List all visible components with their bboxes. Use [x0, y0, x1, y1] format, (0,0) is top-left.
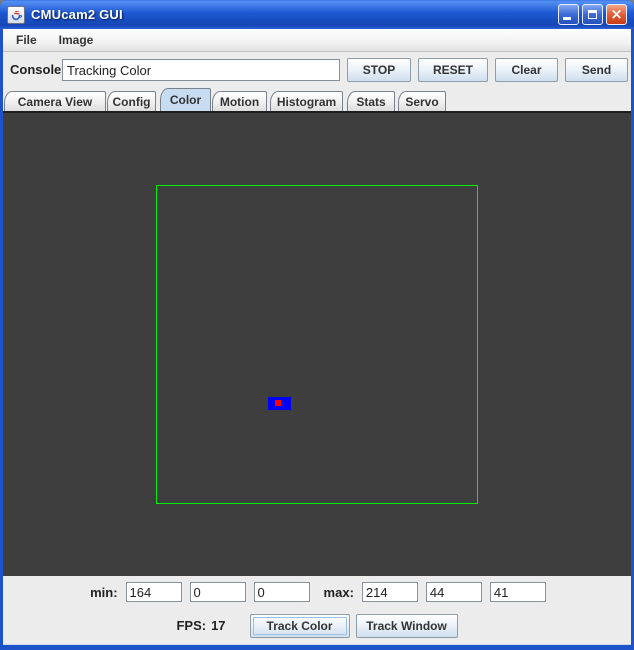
window-title: CMUcam2 GUI [31, 7, 123, 22]
min-field-2[interactable] [254, 582, 310, 602]
min-field-0[interactable] [126, 582, 182, 602]
max-field-0[interactable] [362, 582, 418, 602]
minimize-button[interactable] [558, 4, 579, 25]
tracking-panel: min: max: FPS: 17 Track ColorTrack Window [3, 576, 631, 645]
fps-row: FPS: 17 Track ColorTrack Window [3, 613, 631, 638]
menu-image[interactable]: Image [55, 31, 98, 49]
tab-color[interactable]: Color [160, 88, 211, 111]
close-icon: × [610, 7, 623, 22]
tracked-color-blob [268, 397, 291, 410]
close-button[interactable]: × [606, 4, 627, 25]
blob-centroid-marker [275, 400, 281, 406]
min-field-1[interactable] [190, 582, 246, 602]
minimize-icon [563, 17, 571, 20]
tab-camera-view[interactable]: Camera View [4, 91, 106, 111]
tab-histogram[interactable]: Histogram [270, 91, 343, 111]
track-window-button[interactable]: Track Window [356, 614, 458, 638]
console-input[interactable] [62, 59, 340, 81]
track-buttons: Track ColorTrack Window [250, 614, 458, 638]
java-coffee-icon [7, 6, 25, 24]
console-buttons: STOP RESET Clear Send [347, 58, 628, 82]
min-fields [126, 582, 310, 602]
max-fields [362, 582, 546, 602]
minmax-row: min: max: [3, 581, 631, 603]
max-field-2[interactable] [490, 582, 546, 602]
menu-bar: File Image [3, 29, 631, 52]
stop-button[interactable]: STOP [347, 58, 411, 82]
console-panel: Console: STOP RESET Clear Send [3, 52, 631, 88]
title-bar: CMUcam2 GUI × [0, 0, 634, 29]
fps-label: FPS: [176, 618, 206, 633]
max-label: max: [324, 585, 354, 600]
clear-button[interactable]: Clear [495, 58, 558, 82]
tab-config[interactable]: Config [107, 91, 156, 111]
camera-canvas[interactable] [3, 111, 631, 576]
max-field-1[interactable] [426, 582, 482, 602]
fps-readout: FPS: 17 [176, 618, 225, 633]
maximize-icon [588, 10, 597, 19]
menu-file[interactable]: File [12, 31, 41, 49]
tab-bar: Camera ViewConfigColorMotionHistogramSta… [3, 88, 631, 111]
tracking-window-rect [156, 185, 478, 504]
min-label: min: [90, 585, 117, 600]
tab-motion[interactable]: Motion [212, 91, 267, 111]
track-color-button[interactable]: Track Color [250, 614, 350, 638]
fps-value: 17 [211, 618, 225, 633]
tab-servo[interactable]: Servo [398, 91, 446, 111]
reset-button[interactable]: RESET [418, 58, 488, 82]
maximize-button[interactable] [582, 4, 603, 25]
tab-stats[interactable]: Stats [347, 91, 395, 111]
send-button[interactable]: Send [565, 58, 628, 82]
app-window: CMUcam2 GUI × File Image Console: STOP RE… [0, 0, 634, 650]
console-label: Console: [10, 52, 66, 88]
